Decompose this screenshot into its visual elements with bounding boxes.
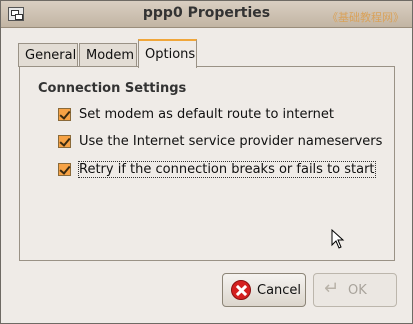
- cancel-icon: [231, 280, 251, 300]
- nameservers-checkbox[interactable]: [58, 134, 71, 148]
- section-title: Connection Settings: [38, 81, 187, 96]
- retry-option[interactable]: Retry if the connection breaks or fails …: [58, 160, 376, 178]
- retry-label: Retry if the connection breaks or fails …: [78, 160, 376, 178]
- cancel-button[interactable]: Cancel: [222, 273, 306, 307]
- tab-modem[interactable]: Modem: [79, 43, 137, 67]
- nameservers-option[interactable]: Use the Internet service provider namese…: [58, 132, 382, 150]
- tab-options[interactable]: Options: [138, 39, 197, 68]
- nameservers-label: Use the Internet service provider namese…: [79, 133, 383, 149]
- tab-general[interactable]: General: [18, 43, 78, 67]
- default-route-option[interactable]: Set modem as default route to internet: [58, 105, 334, 123]
- default-route-checkbox[interactable]: [58, 107, 71, 121]
- enter-icon: [322, 278, 342, 300]
- cancel-label: Cancel: [257, 282, 302, 298]
- mouse-pointer-icon: [331, 229, 345, 249]
- default-route-label: Set modem as default route to internet: [79, 106, 334, 122]
- watermark-text: 《基础教程网》: [327, 11, 404, 24]
- retry-checkbox[interactable]: [58, 162, 71, 176]
- ok-label: OK: [348, 282, 367, 298]
- ok-button[interactable]: OK: [313, 273, 397, 307]
- properties-dialog: ppp0 Properties 《基础教程网》 General Modem Op…: [0, 0, 413, 324]
- title-bar[interactable]: ppp0 Properties 《基础教程网》: [1, 1, 412, 28]
